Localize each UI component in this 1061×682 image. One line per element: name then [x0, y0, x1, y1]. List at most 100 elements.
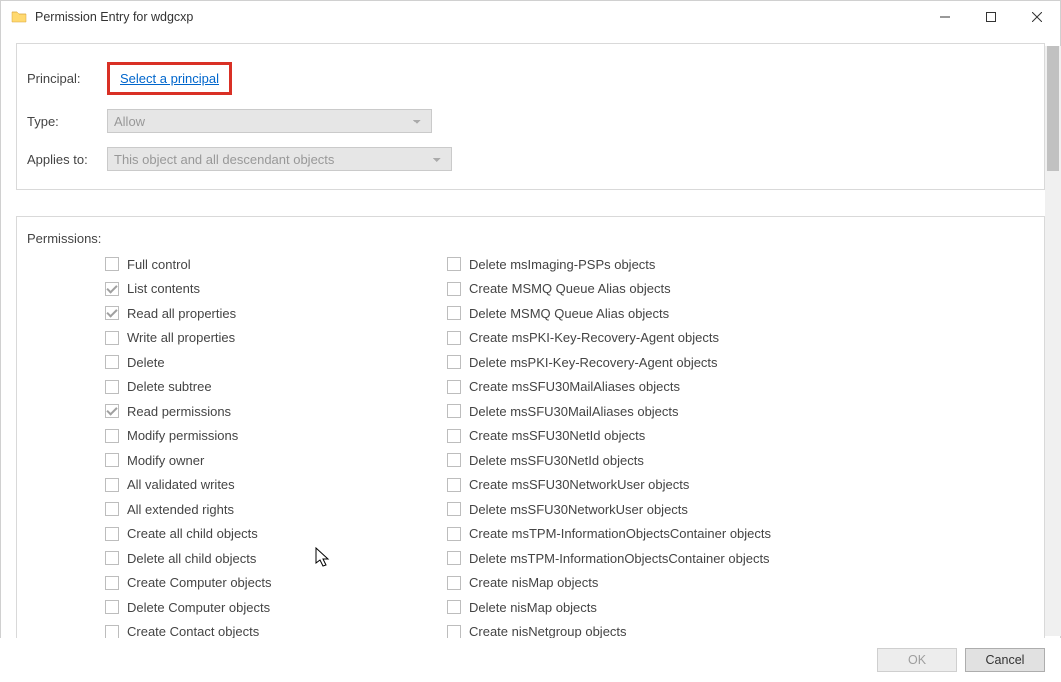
permission-label: Create MSMQ Queue Alias objects	[469, 281, 671, 296]
permissions-panel: Permissions: Full control List contents Re…	[16, 216, 1045, 648]
type-combo[interactable]: Allow	[107, 109, 432, 133]
permission-row: Delete msSFU30NetworkUser objects	[447, 497, 867, 522]
permission-row: Create Computer objects	[105, 571, 447, 596]
permission-checkbox[interactable]	[105, 600, 119, 614]
permission-label: Read all properties	[127, 306, 236, 321]
scrollbar-track[interactable]	[1045, 46, 1061, 636]
permission-row: Delete Computer objects	[105, 595, 447, 620]
permission-checkbox[interactable]	[447, 404, 461, 418]
applies-to-label: Applies to:	[27, 152, 107, 167]
select-principal-highlight: Select a principal	[107, 62, 232, 95]
permission-row: Delete nisMap objects	[447, 595, 867, 620]
permission-checkbox[interactable]	[105, 355, 119, 369]
minimize-button[interactable]	[922, 2, 968, 32]
permission-checkbox[interactable]	[447, 453, 461, 467]
window-title: Permission Entry for wdgcxp	[35, 10, 922, 24]
permission-checkbox[interactable]	[105, 551, 119, 565]
permission-row: Delete msImaging-PSPs objects	[447, 252, 867, 277]
permission-label: Delete msSFU30NetId objects	[469, 453, 644, 468]
permission-checkbox[interactable]	[447, 429, 461, 443]
permission-row: Delete msPKI-Key-Recovery-Agent objects	[447, 350, 867, 375]
permission-label: Delete msImaging-PSPs objects	[469, 257, 655, 272]
permission-checkbox[interactable]	[105, 404, 119, 418]
permission-row: List contents	[105, 277, 447, 302]
permission-row: Create MSMQ Queue Alias objects	[447, 277, 867, 302]
permission-checkbox[interactable]	[105, 453, 119, 467]
permission-row: All validated writes	[105, 473, 447, 498]
permission-row: Create all child objects	[105, 522, 447, 547]
permission-row: Create msTPM-InformationObjectsContainer…	[447, 522, 867, 547]
permission-label: Read permissions	[127, 404, 231, 419]
permission-row: Delete msSFU30NetId objects	[447, 448, 867, 473]
permission-label: Delete msTPM-InformationObjectsContainer…	[469, 551, 770, 566]
permission-row: Delete	[105, 350, 447, 375]
permission-row: Create msSFU30MailAliases objects	[447, 375, 867, 400]
permission-label: Modify permissions	[127, 428, 238, 443]
maximize-button[interactable]	[968, 2, 1014, 32]
ok-button[interactable]: OK	[877, 648, 957, 672]
permission-checkbox[interactable]	[447, 527, 461, 541]
permission-checkbox[interactable]	[105, 527, 119, 541]
permission-row: All extended rights	[105, 497, 447, 522]
folder-icon	[11, 9, 27, 25]
principal-label: Principal:	[27, 71, 107, 86]
permission-label: Create msTPM-InformationObjectsContainer…	[469, 526, 771, 541]
permission-label: Create Contact objects	[127, 624, 259, 639]
permission-checkbox[interactable]	[447, 502, 461, 516]
permission-label: Delete nisMap objects	[469, 600, 597, 615]
permission-label: Create all child objects	[127, 526, 258, 541]
permission-checkbox[interactable]	[105, 257, 119, 271]
permission-label: Create nisMap objects	[469, 575, 598, 590]
permission-checkbox[interactable]	[105, 380, 119, 394]
permission-label: Create nisNetgroup objects	[469, 624, 627, 639]
permission-row: Modify permissions	[105, 424, 447, 449]
permission-label: Create msPKI-Key-Recovery-Agent objects	[469, 330, 719, 345]
permission-row: Create msSFU30NetworkUser objects	[447, 473, 867, 498]
scrollbar-thumb[interactable]	[1047, 46, 1059, 171]
title-bar: Permission Entry for wdgcxp	[1, 1, 1060, 33]
type-label: Type:	[27, 114, 107, 129]
permission-row: Delete all child objects	[105, 546, 447, 571]
permission-row: Create nisMap objects	[447, 571, 867, 596]
permission-checkbox[interactable]	[105, 576, 119, 590]
cancel-button[interactable]: Cancel	[965, 648, 1045, 672]
permission-checkbox[interactable]	[447, 380, 461, 394]
select-principal-link[interactable]: Select a principal	[120, 71, 219, 86]
applies-to-combo[interactable]: This object and all descendant objects	[107, 147, 452, 171]
permission-checkbox[interactable]	[105, 429, 119, 443]
permission-label: Delete subtree	[127, 379, 212, 394]
permission-checkbox[interactable]	[447, 600, 461, 614]
permission-checkbox[interactable]	[105, 478, 119, 492]
permission-label: Full control	[127, 257, 191, 272]
permission-label: Create msSFU30NetId objects	[469, 428, 645, 443]
permission-label: Delete msPKI-Key-Recovery-Agent objects	[469, 355, 718, 370]
permission-row: Write all properties	[105, 326, 447, 351]
permission-checkbox[interactable]	[447, 331, 461, 345]
close-button[interactable]	[1014, 2, 1060, 32]
permission-checkbox[interactable]	[105, 306, 119, 320]
permission-checkbox[interactable]	[105, 625, 119, 639]
permission-label: All validated writes	[127, 477, 235, 492]
permission-row: Delete msTPM-InformationObjectsContainer…	[447, 546, 867, 571]
permission-checkbox[interactable]	[447, 282, 461, 296]
permissions-header: Permissions:	[27, 231, 1034, 246]
permission-checkbox[interactable]	[105, 282, 119, 296]
permission-row: Modify owner	[105, 448, 447, 473]
permission-label: All extended rights	[127, 502, 234, 517]
permission-label: Delete MSMQ Queue Alias objects	[469, 306, 669, 321]
permissions-column-left: Full control List contents Read all proper…	[27, 252, 447, 644]
permission-row: Read all properties	[105, 301, 447, 326]
permission-checkbox[interactable]	[447, 257, 461, 271]
permission-checkbox[interactable]	[447, 478, 461, 492]
permission-checkbox[interactable]	[105, 331, 119, 345]
permission-row: Delete subtree	[105, 375, 447, 400]
permission-label: Delete all child objects	[127, 551, 256, 566]
permission-row: Create msSFU30NetId objects	[447, 424, 867, 449]
permission-checkbox[interactable]	[447, 306, 461, 320]
permission-checkbox[interactable]	[447, 551, 461, 565]
permission-label: Write all properties	[127, 330, 235, 345]
permission-checkbox[interactable]	[105, 502, 119, 516]
permission-checkbox[interactable]	[447, 355, 461, 369]
permission-checkbox[interactable]	[447, 576, 461, 590]
permission-checkbox[interactable]	[447, 625, 461, 639]
